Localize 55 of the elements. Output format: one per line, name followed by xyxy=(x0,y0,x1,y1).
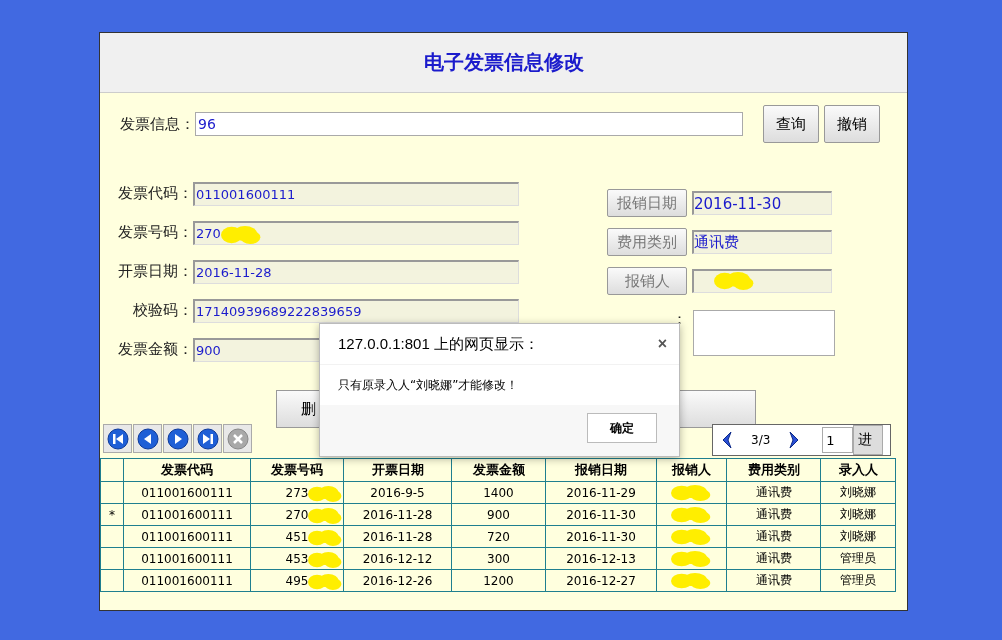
field-label: 开票日期： xyxy=(117,262,193,281)
table-cell: 2016-12-27 xyxy=(566,573,636,588)
table-cell: 2016-12-12 xyxy=(362,551,433,566)
table-cell: 刘晓娜 xyxy=(840,506,876,523)
table-cell: 管理员 xyxy=(840,572,876,589)
table-cell: 管理员 xyxy=(840,550,876,567)
column-header: 发票号码 xyxy=(271,462,323,477)
table-cell: 通讯费 xyxy=(755,484,792,501)
dialog-message: 只有原录入人“刘晓娜”才能修改！ xyxy=(338,376,519,394)
column-header: 费用类别 xyxy=(747,462,800,477)
table-cell: 2016-11-28 xyxy=(362,529,433,544)
table-cell: 451 xyxy=(285,529,309,544)
dialog-title: 127.0.0.1:801 上的网页显示： xyxy=(338,334,539,354)
table-cell: 270 xyxy=(285,507,309,522)
column-header: 发票金额 xyxy=(472,462,525,477)
table-cell: 2016-11-30 xyxy=(566,529,636,544)
table-cell: 2016-12-26 xyxy=(362,573,433,588)
table-cell: 011001600111 xyxy=(141,551,233,566)
field-label: ： xyxy=(671,310,687,329)
table-cell: 900 xyxy=(487,507,510,522)
table-cell: 通讯费 xyxy=(755,506,792,523)
table-cell: 011001600111 xyxy=(141,529,233,544)
table-cell: 495 xyxy=(285,573,309,588)
table-cell: 2016-11-30 xyxy=(566,507,636,522)
table-cell: 2016-11-29 xyxy=(566,485,636,500)
column-header: 录入人 xyxy=(838,462,878,477)
column-header: 发票代码 xyxy=(161,462,213,477)
table-cell: 通讯费 xyxy=(755,572,792,589)
table-cell: 720 xyxy=(487,529,510,544)
table-cell: 通讯费 xyxy=(755,528,792,545)
field-label: 校验码： xyxy=(132,301,193,320)
table-cell: 011001600111 xyxy=(141,485,233,500)
table-cell: 011001600111 xyxy=(141,573,233,588)
table-cell: 2016-12-13 xyxy=(566,551,636,566)
table-cell: 2016-11-28 xyxy=(362,507,433,522)
table-cell: 2016-9-5 xyxy=(370,485,425,500)
table-cell: 1400 xyxy=(483,485,514,500)
field-label: 发票号码： xyxy=(117,223,193,242)
column-header: 报销人 xyxy=(672,462,711,477)
column-header: 开票日期 xyxy=(371,462,424,477)
field-label: 发票信息： xyxy=(120,114,195,134)
column-header: 报销日期 xyxy=(575,462,627,477)
table-cell: 刘晓娜 xyxy=(840,528,876,545)
table-cell: 刘晓娜 xyxy=(840,484,876,501)
table-cell: 011001600111 xyxy=(141,507,233,522)
table-cell: 453 xyxy=(285,551,309,566)
table-cell: 通讯费 xyxy=(755,550,792,567)
page-count: 3/3 xyxy=(751,433,771,447)
field-label: 发票代码： xyxy=(117,184,193,203)
table-cell: 273 xyxy=(285,485,309,500)
table-cell: 300 xyxy=(487,551,510,566)
table-cell: 1200 xyxy=(483,573,514,588)
field-label: 发票金额： xyxy=(117,340,193,359)
row-marker: * xyxy=(109,507,115,522)
page-title: 电子发票信息修改 xyxy=(423,49,584,76)
